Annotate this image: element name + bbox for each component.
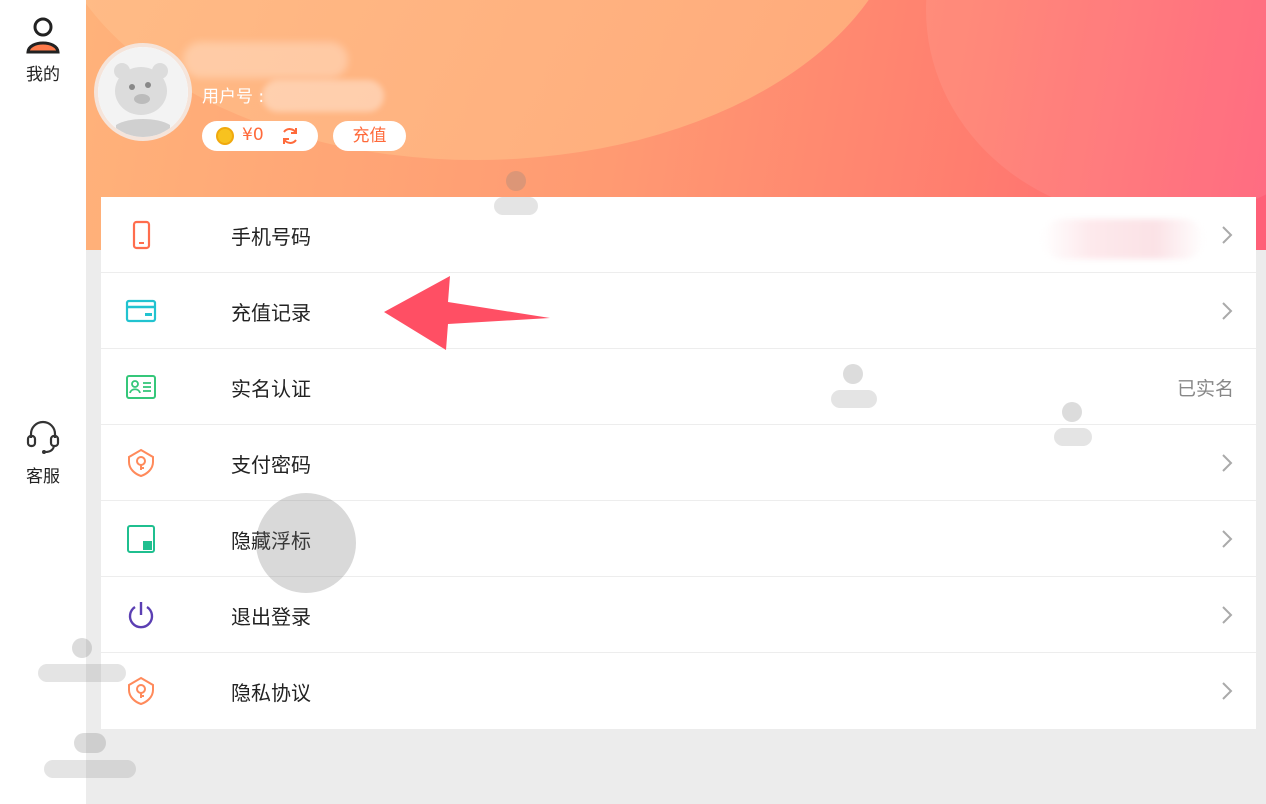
phone-icon	[125, 219, 157, 251]
overlay-label	[494, 197, 538, 215]
menu-item-label: 退出登录	[231, 605, 311, 629]
chevron-right-icon	[1220, 528, 1234, 550]
menu-item-privacy-policy[interactable]: 隐私协议	[101, 653, 1256, 729]
settings-menu: 手机号码 充值记录 实名认证 已实名 支付密码 隐藏浮标 退出登录 隐私协议	[101, 197, 1256, 729]
menu-item-logout[interactable]: 退出登录	[101, 577, 1256, 653]
card-icon	[125, 295, 157, 327]
power-icon	[125, 599, 157, 631]
chevron-right-icon	[1220, 224, 1234, 246]
overlay-marker[interactable]	[1062, 402, 1082, 422]
header-decoration	[926, 0, 1266, 220]
balance-value: ¥0	[242, 125, 264, 145]
user-name-blurred	[183, 42, 348, 78]
user-id-label: 用户号 :	[202, 87, 265, 107]
annotation-arrow-icon	[384, 276, 552, 352]
shield-key-icon	[125, 675, 157, 707]
balance-badge: ¥0	[202, 121, 318, 151]
sidebar-item-label: 客服	[26, 467, 60, 487]
menu-item-label: 隐私协议	[231, 681, 311, 705]
menu-item-recharge-history[interactable]: 充值记录	[101, 273, 1256, 349]
avatar[interactable]	[94, 43, 192, 141]
menu-item-label: 实名认证	[231, 377, 311, 401]
refresh-icon[interactable]	[280, 126, 300, 146]
menu-item-phone[interactable]: 手机号码	[101, 197, 1256, 273]
verification-status: 已实名	[1176, 378, 1234, 400]
overlay-label	[1054, 428, 1092, 446]
user-icon	[23, 14, 63, 54]
chevron-right-icon	[1220, 452, 1234, 474]
overlay-marker[interactable]	[72, 638, 92, 658]
overlay-marker[interactable]	[843, 364, 863, 384]
virtual-joystick[interactable]	[256, 493, 356, 593]
menu-item-real-name-verification[interactable]: 实名认证 已实名	[101, 349, 1256, 425]
sidebar-item-mine[interactable]: 我的	[0, 14, 86, 85]
id-card-icon	[125, 371, 157, 403]
sidebar: 我的 客服	[0, 0, 86, 804]
menu-item-label: 支付密码	[231, 453, 311, 477]
recharge-button[interactable]: 充值	[333, 121, 406, 151]
overlay-label	[38, 664, 126, 682]
overlay-label	[831, 390, 877, 408]
menu-item-label: 充值记录	[231, 301, 311, 325]
overlay-marker[interactable]	[74, 733, 106, 753]
menu-item-label: 手机号码	[231, 225, 311, 249]
overlay-label	[44, 760, 136, 778]
user-id-blurred	[262, 80, 384, 112]
chevron-right-icon	[1220, 300, 1234, 322]
shield-key-icon	[125, 447, 157, 479]
sidebar-item-service[interactable]: 客服	[0, 416, 86, 487]
phone-number-blurred	[1042, 219, 1204, 259]
float-window-icon	[125, 523, 157, 555]
chevron-right-icon	[1220, 680, 1234, 702]
overlay-marker[interactable]	[506, 171, 526, 191]
coin-icon	[216, 127, 234, 145]
chevron-right-icon	[1220, 604, 1234, 626]
headset-icon	[23, 416, 63, 456]
sidebar-item-label: 我的	[26, 65, 60, 85]
